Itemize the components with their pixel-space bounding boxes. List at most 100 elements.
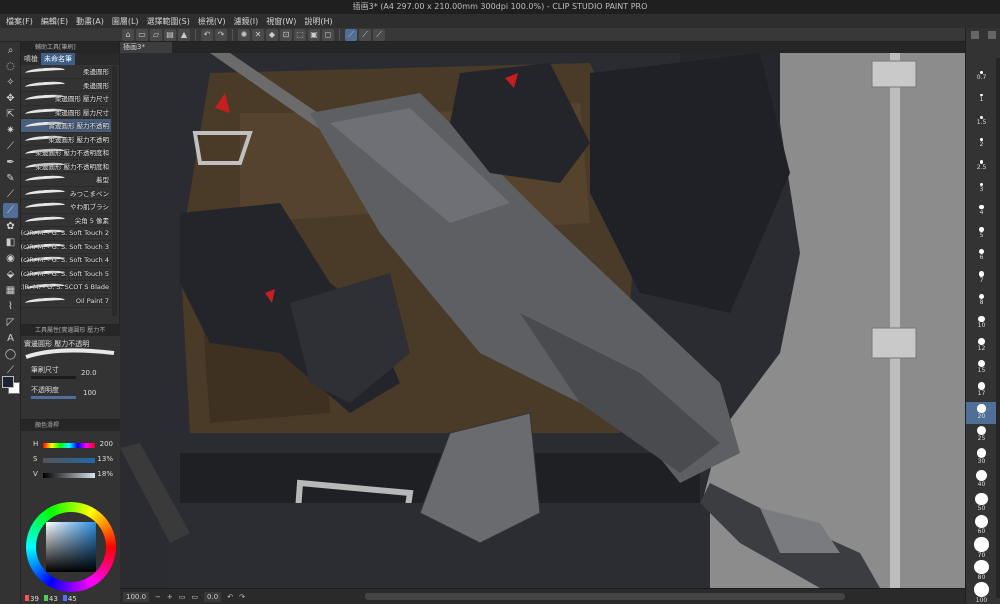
fill-bucket-icon[interactable]: ⬙ (3, 267, 18, 282)
palette-option-icon[interactable] (987, 31, 996, 39)
save-icon[interactable]: ▤ (164, 28, 176, 41)
gradient-icon[interactable]: ▦ (3, 283, 18, 298)
home-icon[interactable]: ⌂ (122, 28, 134, 41)
brush-item[interactable]: 柔邊圓形 壓力尺寸 (21, 92, 111, 106)
brush-item[interactable]: (c)R. M. - G. S. Soft Touch 5 (21, 268, 111, 281)
brush-item[interactable]: (c)R. M. - G. S. Soft Touch 2 (21, 227, 111, 241)
undo-icon[interactable]: ↶ (201, 28, 213, 41)
actual-size-icon[interactable]: ▭ (191, 593, 198, 601)
brush-size-option[interactable]: 30 (966, 447, 997, 469)
opacity-value[interactable]: 100 (83, 389, 96, 397)
brush-item[interactable]: (c)R. M. - G. S. SCOT S Blade (21, 281, 111, 295)
airbrush-icon[interactable]: ⟋ (3, 203, 18, 218)
hue-value[interactable]: 200 (100, 440, 113, 448)
brush-size-option[interactable]: 15 (966, 357, 997, 379)
brush-item[interactable]: (c)R. M. - G. S. Soft Touch 3 (21, 241, 111, 254)
brush-size-slider[interactable] (31, 376, 76, 379)
menu-file[interactable]: 檔案(F) (6, 16, 33, 27)
brush-size-option[interactable]: 2 (966, 133, 997, 155)
figure-icon[interactable]: ⌇ (3, 299, 18, 314)
zoom-in-icon[interactable]: + (167, 593, 173, 601)
rotation-value[interactable]: 0.0 (204, 591, 222, 602)
menu-selection[interactable]: 選擇範圍(S) (147, 16, 190, 27)
snap-special-ruler-icon[interactable]: ⟋ (359, 28, 371, 41)
menu-window[interactable]: 視窗(W) (266, 16, 296, 27)
value-slider[interactable] (43, 473, 95, 478)
canvas-horizontal-scrollbar[interactable] (365, 593, 845, 600)
zoom-out-icon[interactable]: − (155, 593, 161, 601)
fill-icon[interactable]: ◆ (266, 28, 278, 41)
brush-item[interactable]: 尖角 5 像素 (21, 214, 111, 227)
text-icon[interactable]: A (3, 331, 18, 346)
pencil-icon[interactable]: ✎ (3, 171, 18, 186)
snap-ruler-icon[interactable]: ⟋ (345, 28, 357, 41)
tab-untitled-brush[interactable]: 未命名筆 (41, 53, 75, 65)
blend-icon[interactable]: ◉ (3, 251, 18, 266)
brush-size-option[interactable]: 6 (966, 245, 997, 267)
brush-size-option[interactable]: 3 (966, 178, 997, 200)
deselect-icon[interactable]: ⬚ (294, 28, 306, 41)
main-color-swatch[interactable] (2, 376, 14, 388)
brush-item-selected[interactable]: 實邊圓形 壓力不透明 (21, 119, 111, 133)
rotate-left-icon[interactable]: ↶ (227, 593, 233, 601)
brush-size-option[interactable]: 25 (966, 424, 997, 446)
brush-size-option[interactable]: 12 (966, 335, 997, 357)
palette-menu-icon[interactable] (970, 31, 979, 39)
brush-size-option[interactable]: 50 (966, 492, 997, 514)
brush-size-option[interactable]: 1 (966, 88, 997, 110)
value-value[interactable]: 18% (97, 470, 113, 478)
canvas-area[interactable] (120, 53, 965, 588)
brush-item[interactable]: 柔邊圓形 壓力不透明度和 (21, 146, 111, 160)
brush-size-option[interactable]: 8 (966, 290, 997, 312)
magic-wand-icon[interactable]: ✷ (3, 123, 18, 138)
brush-icon[interactable]: ⟋ (3, 187, 18, 202)
brush-size-option[interactable]: 17 (966, 380, 997, 402)
brush-size-option[interactable]: 2.5 (966, 156, 997, 178)
brush-size-option[interactable]: 0.7 (966, 66, 997, 88)
snap-grid-icon[interactable]: ⟋ (373, 28, 385, 41)
hue-slider[interactable] (43, 443, 95, 448)
new-file-icon[interactable]: ▭ (136, 28, 148, 41)
saturation-value-square[interactable] (46, 522, 96, 572)
brush-item[interactable]: 柔邊圓形 壓力尺寸 (21, 106, 111, 119)
show-area-icon[interactable]: ◻ (322, 28, 334, 41)
brush-item[interactable]: Oil Paint 7 (21, 295, 111, 308)
eraser-icon[interactable]: ◧ (3, 235, 18, 250)
brush-item[interactable]: 柔邊圓形 壓力不透明度和 (21, 160, 111, 173)
brush-item[interactable]: 着型 (21, 173, 111, 187)
fit-icon[interactable]: ▭ (179, 593, 186, 601)
brush-size-option[interactable]: 7 (966, 268, 997, 290)
saturation-value[interactable]: 13% (97, 455, 113, 463)
auto-select-icon[interactable]: ✧ (3, 75, 18, 90)
menu-animation[interactable]: 動畫(A) (76, 16, 104, 27)
clear-icon[interactable]: ✕ (252, 28, 264, 41)
decoration-icon[interactable]: ✿ (3, 219, 18, 234)
transform-icon[interactable]: ⊡ (280, 28, 292, 41)
eyedropper-icon[interactable]: ⟋ (3, 139, 18, 154)
brush-size-option[interactable]: 100 (966, 581, 997, 604)
lasso-icon[interactable]: ◌ (3, 59, 18, 74)
export-icon[interactable]: ▲ (178, 28, 190, 41)
pen-icon[interactable]: ✒ (3, 155, 18, 170)
balloon-icon[interactable]: ◯ (3, 347, 18, 362)
menu-filter[interactable]: 濾鏡(I) (234, 16, 259, 27)
artwork[interactable] (120, 53, 965, 588)
brush-item[interactable]: 柔邊圓形 (21, 65, 111, 79)
zoom-value[interactable]: 100.0 (123, 591, 150, 602)
move-icon[interactable]: ✥ (3, 91, 18, 106)
rotate-right-icon[interactable]: ↷ (239, 593, 245, 601)
open-file-icon[interactable]: ▱ (150, 28, 162, 41)
menu-help[interactable]: 說明(H) (304, 16, 332, 27)
brush-item[interactable]: (c)R. M. - G. S. Soft Touch 4 (21, 254, 111, 268)
invert-icon[interactable]: ▣ (308, 28, 320, 41)
canvas-tab[interactable]: 插画3* (120, 42, 172, 53)
menu-layer[interactable]: 圖層(L) (112, 16, 139, 27)
operation-icon[interactable]: ⇱ (3, 107, 18, 122)
menu-view[interactable]: 檢視(V) (198, 16, 226, 27)
color-wheel[interactable] (26, 502, 116, 592)
brush-item[interactable]: 柔邊圓形 (21, 79, 111, 92)
brush-item[interactable]: みつこまペン (21, 187, 111, 200)
brush-item[interactable]: やわ肌ブラシ (21, 200, 111, 214)
brush-list-scrollbar[interactable] (112, 66, 117, 316)
brush-size-value[interactable]: 20.0 (81, 369, 97, 377)
